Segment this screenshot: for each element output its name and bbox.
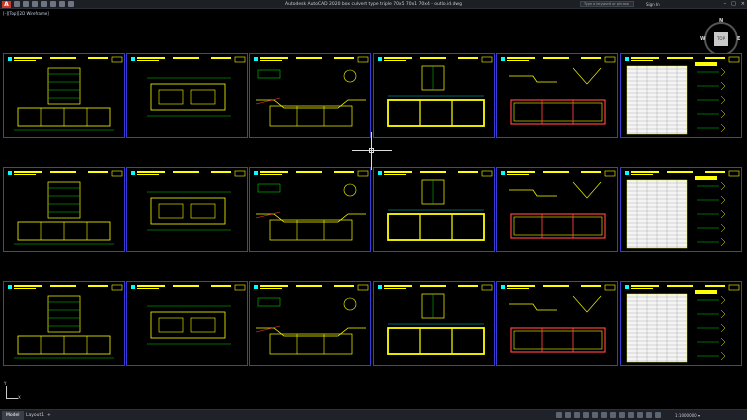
drawing-sheet[interactable] bbox=[373, 167, 495, 252]
application-menu-button[interactable]: A bbox=[2, 1, 11, 8]
quick-access-toolbar bbox=[14, 1, 74, 7]
drawing-sheet[interactable] bbox=[249, 53, 371, 138]
save-as-icon[interactable] bbox=[41, 1, 47, 7]
transparency-icon[interactable] bbox=[619, 412, 625, 418]
viewport-controls[interactable]: [–][Top][2D Wireframe] bbox=[3, 11, 49, 16]
new-icon[interactable] bbox=[14, 1, 20, 7]
sign-in-button[interactable]: Sign In bbox=[646, 0, 660, 9]
drawing-sheet[interactable] bbox=[3, 167, 125, 252]
drawing-sheet[interactable] bbox=[620, 167, 742, 252]
status-bar: Model Layout1 + 1:1000000 ▾ bbox=[0, 409, 747, 420]
tab-add-layout[interactable]: + bbox=[43, 411, 55, 420]
pickbox bbox=[369, 148, 374, 153]
title-bar: A Autodesk AutoCAD 2020 box culvert type… bbox=[0, 0, 747, 9]
compass-north[interactable]: N bbox=[719, 18, 723, 24]
minimize-button[interactable]: – bbox=[724, 0, 727, 9]
status-toggles bbox=[556, 412, 661, 418]
drawing-sheet[interactable] bbox=[496, 53, 618, 138]
maximize-button[interactable]: □ bbox=[731, 0, 736, 9]
drawing-sheet[interactable] bbox=[249, 167, 371, 252]
grid-icon[interactable] bbox=[565, 412, 571, 418]
drawing-sheet[interactable] bbox=[620, 53, 742, 138]
drawing-sheet[interactable] bbox=[3, 281, 125, 366]
osnap-icon[interactable] bbox=[601, 412, 607, 418]
ucs-icon: X Y bbox=[4, 381, 21, 400]
window-title: Autodesk AutoCAD 2020 box culvert type t… bbox=[285, 2, 462, 7]
close-button[interactable]: × bbox=[741, 0, 745, 9]
open-icon[interactable] bbox=[23, 1, 29, 7]
drawing-sheet[interactable] bbox=[373, 53, 495, 138]
polar-icon[interactable] bbox=[592, 412, 598, 418]
selection-cycling-icon[interactable] bbox=[628, 412, 634, 418]
lineweight-icon[interactable] bbox=[610, 412, 616, 418]
undo-icon[interactable] bbox=[59, 1, 65, 7]
compass-west[interactable]: W bbox=[700, 36, 706, 42]
annotation-icon[interactable] bbox=[637, 412, 643, 418]
tab-model[interactable]: Model bbox=[2, 411, 24, 420]
drawing-sheet[interactable] bbox=[126, 281, 248, 366]
drawing-sheet[interactable] bbox=[620, 281, 742, 366]
drawing-sheet[interactable] bbox=[3, 53, 125, 138]
drawing-sheet[interactable] bbox=[249, 281, 371, 366]
viewcube-top-face[interactable]: TOP bbox=[714, 32, 728, 46]
ortho-icon[interactable] bbox=[583, 412, 589, 418]
drawing-sheet[interactable] bbox=[373, 281, 495, 366]
drawing-sheet[interactable] bbox=[126, 53, 248, 138]
annotation-scale[interactable]: 1:1000000 ▾ bbox=[675, 410, 700, 420]
model-space-icon[interactable] bbox=[556, 412, 562, 418]
drawing-sheet[interactable] bbox=[496, 281, 618, 366]
redo-icon[interactable] bbox=[68, 1, 74, 7]
window-controls: – □ × bbox=[724, 0, 745, 9]
plot-icon[interactable] bbox=[50, 1, 56, 7]
search-input[interactable]: Type a keyword or phrase bbox=[580, 1, 634, 7]
drawing-sheet[interactable] bbox=[126, 167, 248, 252]
save-icon[interactable] bbox=[32, 1, 38, 7]
workspace-icon[interactable] bbox=[646, 412, 652, 418]
snap-icon[interactable] bbox=[574, 412, 580, 418]
isolate-icon[interactable] bbox=[655, 412, 661, 418]
compass-east[interactable]: E bbox=[737, 36, 740, 42]
drawing-sheet[interactable] bbox=[496, 167, 618, 252]
